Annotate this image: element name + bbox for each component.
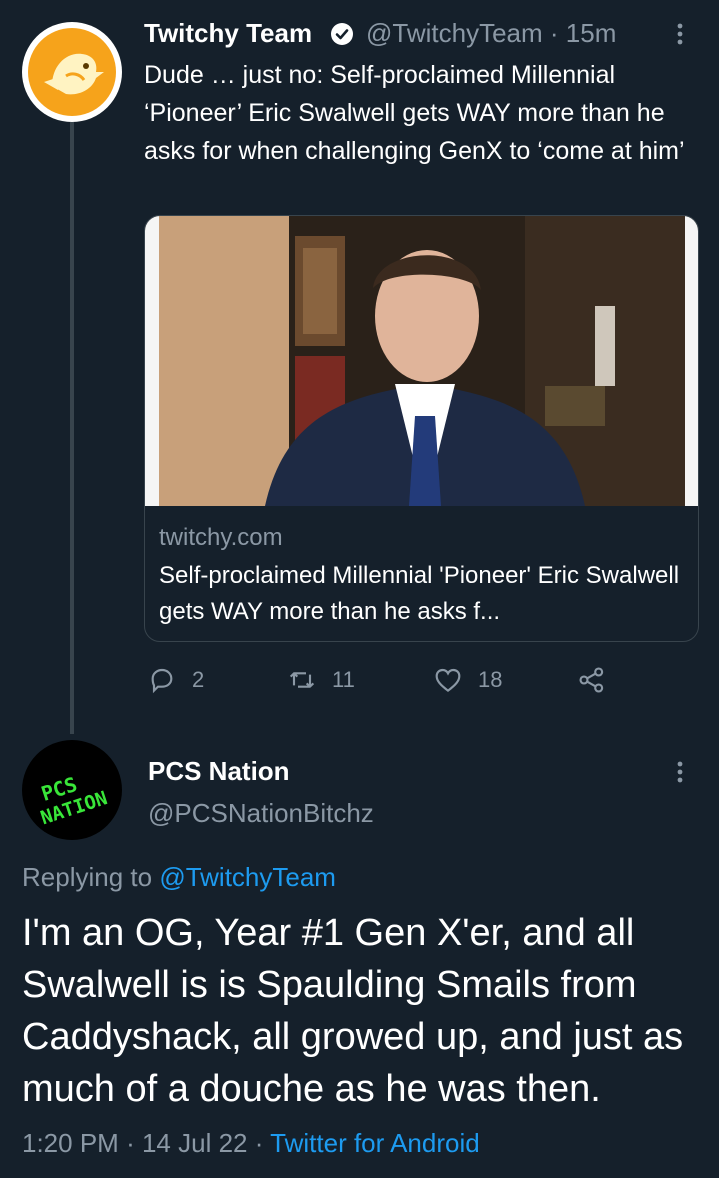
verified-icon (330, 22, 354, 46)
link-card[interactable]: twitchy.com Self-proclaimed Millennial '… (144, 215, 699, 642)
replying-prefix: Replying to (22, 862, 153, 892)
pcs-nation-avatar[interactable]: PCS NATION (22, 740, 122, 840)
retweet-icon (289, 672, 315, 688)
author-name[interactable]: Twitchy Team (144, 18, 312, 49)
tweet-date: 14 Jul 22 (141, 1128, 248, 1158)
reply-count: 2 (192, 667, 205, 692)
retweet-button[interactable]: 11 (286, 664, 355, 696)
card-image (145, 216, 698, 506)
card-title: Self-proclaimed Millennial 'Pioneer' Eri… (159, 562, 680, 625)
tweet-time: 1:20 PM (22, 1128, 119, 1158)
author-name[interactable]: PCS Nation (148, 756, 290, 787)
card-domain: twitchy.com (159, 524, 283, 551)
author-handle[interactable]: @TwitchyTeam (366, 18, 543, 48)
more-options-icon[interactable] (668, 18, 692, 50)
separator: · (549, 18, 559, 48)
tweet-time[interactable]: 15m (566, 18, 617, 48)
tweet-text: I'm an OG, Year #1 Gen X'er, and all Swa… (22, 912, 684, 1110)
reply-button[interactable]: 2 (146, 664, 204, 696)
tweet-text: Dude … just no: Self-proclaimed Millenni… (144, 61, 685, 165)
tweet-source[interactable]: Twitter for Android (270, 1128, 480, 1158)
replying-to: Replying to @TwitchyTeam (22, 862, 336, 893)
bird-logo-icon (28, 28, 116, 116)
share-icon (579, 667, 604, 693)
twitchy-avatar[interactable] (22, 22, 122, 122)
share-button[interactable] (576, 664, 622, 696)
tweet-meta: 1:20 PM · 14 Jul 22 · Twitter for Androi… (22, 1128, 480, 1159)
separator: · (254, 1128, 264, 1158)
separator: · (126, 1128, 135, 1158)
like-button[interactable]: 18 (432, 664, 502, 696)
retweet-count: 11 (332, 667, 355, 692)
thread-line (70, 122, 74, 734)
more-options-icon[interactable] (668, 756, 692, 788)
author-handle[interactable]: @PCSNationBitchz (148, 798, 374, 829)
like-count: 18 (478, 667, 503, 692)
like-icon (435, 668, 461, 693)
replying-to-link[interactable]: @TwitchyTeam (159, 862, 336, 892)
reply-icon (151, 668, 173, 694)
author-handle-time: @TwitchyTeam · 15m (366, 18, 616, 49)
